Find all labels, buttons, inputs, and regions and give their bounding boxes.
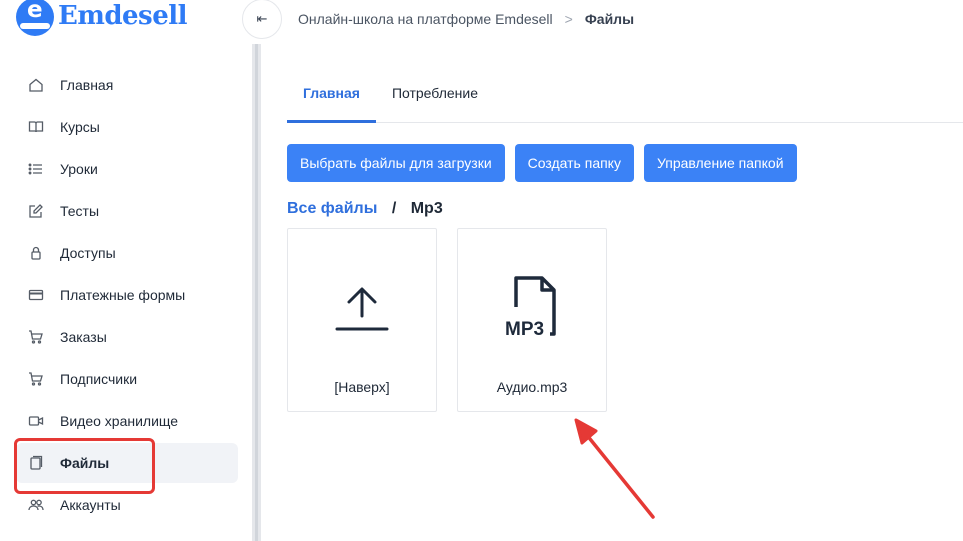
- sidebar-item-home[interactable]: Главная: [16, 65, 238, 105]
- sidebar-item-access[interactable]: Доступы: [16, 233, 238, 273]
- edit-icon: [28, 203, 44, 219]
- mp3-file-icon: MP3: [458, 269, 606, 349]
- lock-icon: [28, 245, 44, 261]
- card-icon: [28, 287, 44, 303]
- list-icon: [28, 161, 44, 177]
- logo-letter: e: [27, 0, 43, 23]
- sidebar-nav: Главная Курсы Уроки Тесты Доступы Платеж…: [16, 65, 238, 527]
- breadcrumb-school[interactable]: Онлайн-школа на платформе Emdesell: [298, 11, 553, 27]
- create-folder-button[interactable]: Создать папку: [514, 144, 634, 182]
- sidebar-item-label: Видео хранилище: [60, 413, 179, 429]
- upload-icon: [288, 269, 436, 349]
- sidebar-item-label: Подписчики: [60, 371, 138, 387]
- sidebar-item-lessons[interactable]: Уроки: [16, 149, 238, 189]
- sidebar: e Emdesell Главная Курсы Уроки Тесты Дос…: [0, 0, 252, 541]
- cart-icon: [28, 329, 44, 345]
- folder-path-separator: /: [391, 200, 397, 217]
- top-bar: ⇤ Онлайн-школа на платформе Emdesell > Ф…: [242, 0, 963, 40]
- sidebar-item-courses[interactable]: Курсы: [16, 107, 238, 147]
- cart-icon: [28, 371, 44, 387]
- sidebar-item-orders[interactable]: Заказы: [16, 317, 238, 357]
- sidebar-item-files[interactable]: Файлы: [16, 443, 238, 483]
- sidebar-item-label: Файлы: [60, 455, 110, 471]
- sidebar-item-label: Тесты: [60, 203, 100, 219]
- upload-files-button[interactable]: Выбрать файлы для загрузки: [287, 144, 505, 182]
- sidebar-item-video-storage[interactable]: Видео хранилище: [16, 401, 238, 441]
- folder-path-current: Mp3: [410, 200, 443, 217]
- sidebar-item-label: Уроки: [60, 161, 98, 177]
- file-card-up[interactable]: [Наверх]: [287, 228, 437, 412]
- sidebar-item-label: Главная: [60, 77, 114, 93]
- sidebar-item-accounts[interactable]: Аккаунты: [16, 485, 238, 525]
- folder-path-root-link[interactable]: Все файлы: [287, 200, 377, 217]
- file-card-label: [Наверх]: [334, 379, 390, 395]
- file-card-audio-mp3[interactable]: MP3 Аудио.mp3: [457, 228, 607, 412]
- collapse-left-icon: ⇤: [256, 11, 268, 26]
- brand-name: Emdesell: [58, 1, 187, 31]
- breadcrumb-current: Файлы: [584, 11, 635, 27]
- folder-path: Все файлы / Mp3: [287, 200, 443, 218]
- breadcrumb-separator: >: [564, 11, 573, 27]
- main-content: Главная Потребление Выбрать файлы для за…: [261, 44, 963, 541]
- sidebar-item-tests[interactable]: Тесты: [16, 191, 238, 231]
- file-card-label: Аудио.mp3: [496, 379, 568, 395]
- tab-main[interactable]: Главная: [287, 64, 376, 123]
- book-icon: [28, 119, 44, 135]
- mp3-icon-text: MP3: [505, 319, 544, 340]
- video-icon: [28, 413, 44, 429]
- sidebar-item-subscribers[interactable]: Подписчики: [16, 359, 238, 399]
- users-icon: [28, 497, 44, 513]
- tab-consumption[interactable]: Потребление: [376, 64, 494, 122]
- toolbar: Выбрать файлы для загрузки Создать папку…: [287, 144, 807, 182]
- sidebar-item-label: Платежные формы: [60, 287, 186, 303]
- home-icon: [28, 77, 44, 93]
- manage-folder-button[interactable]: Управление папкой: [643, 144, 797, 182]
- sidebar-item-label: Заказы: [60, 329, 107, 345]
- sidebar-item-label: Аккаунты: [60, 497, 121, 513]
- sidebar-item-label: Курсы: [60, 119, 100, 135]
- breadcrumb: Онлайн-школа на платформе Emdesell > Фай…: [298, 11, 634, 27]
- brand-logo[interactable]: e Emdesell: [16, 0, 187, 38]
- sidebar-item-label: Доступы: [60, 245, 116, 261]
- file-icon: [28, 455, 44, 471]
- collapse-sidebar-button[interactable]: ⇤: [242, 0, 282, 39]
- tab-bar: Главная Потребление: [287, 64, 963, 123]
- logo-badge-icon: e: [16, 0, 54, 36]
- sidebar-scrollbar-thumb[interactable]: [255, 44, 258, 541]
- sidebar-item-payment-forms[interactable]: Платежные формы: [16, 275, 238, 315]
